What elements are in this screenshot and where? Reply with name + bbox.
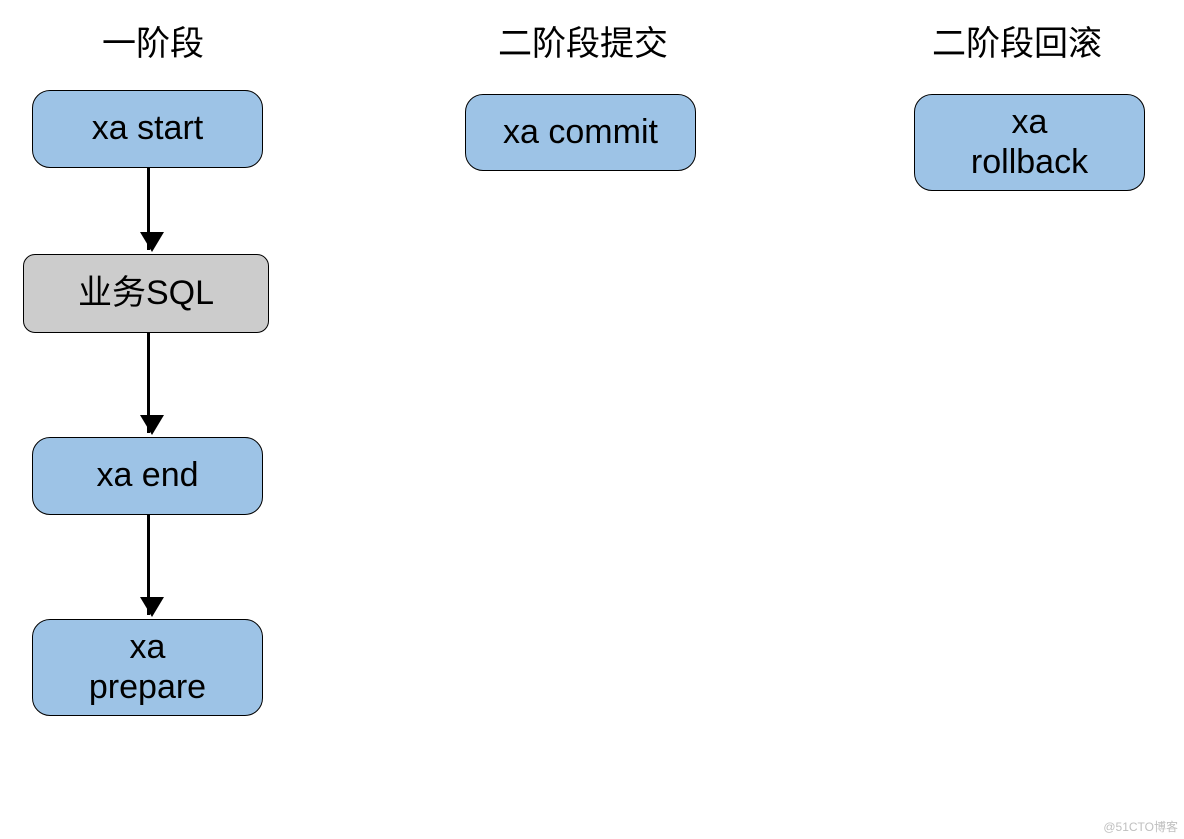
phase1-title: 一阶段 bbox=[102, 16, 204, 65]
node-label: xa prepare bbox=[89, 628, 206, 706]
phase2-commit-title: 二阶段提交 bbox=[498, 16, 668, 65]
watermark: @51CTO博客 bbox=[1103, 818, 1178, 835]
node-label: xa rollback bbox=[971, 103, 1088, 181]
node-label: xa commit bbox=[503, 113, 658, 152]
node-xa-commit: xa commit bbox=[465, 94, 696, 171]
node-label: xa start bbox=[92, 109, 203, 148]
phase2-rollback-title: 二阶段回滚 bbox=[932, 16, 1102, 65]
arrow-end-to-prepare bbox=[147, 515, 150, 615]
node-biz-sql: 业务SQL bbox=[23, 254, 269, 333]
arrow-start-to-sql bbox=[147, 168, 150, 250]
node-label: 业务SQL bbox=[78, 274, 214, 313]
node-xa-start: xa start bbox=[32, 90, 263, 168]
node-xa-end: xa end bbox=[32, 437, 263, 515]
arrow-sql-to-end bbox=[147, 333, 150, 433]
node-label: xa end bbox=[96, 456, 198, 495]
node-xa-rollback: xa rollback bbox=[914, 94, 1145, 191]
node-xa-prepare: xa prepare bbox=[32, 619, 263, 716]
